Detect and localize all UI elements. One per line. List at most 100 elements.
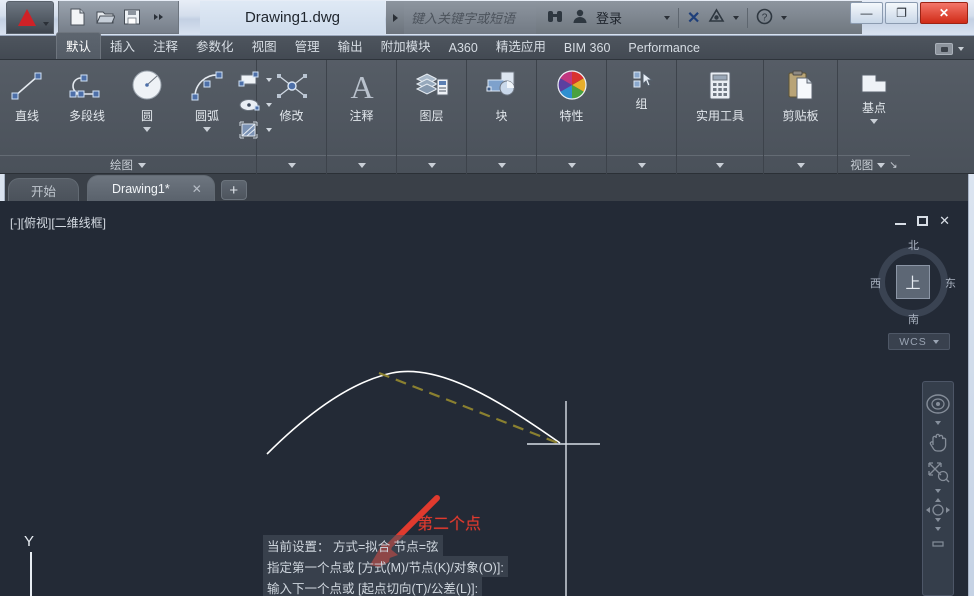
help-icon[interactable]: ? <box>756 8 773 28</box>
chevron-down-icon[interactable] <box>637 162 646 168</box>
window-controls: — ❐ ✕ <box>850 2 968 24</box>
annotation-button[interactable]: A 注释 <box>333 67 391 124</box>
group-button[interactable]: 组 <box>613 67 671 112</box>
sign-in-caret-icon[interactable] <box>664 15 671 20</box>
user-avatar-icon[interactable] <box>572 8 588 27</box>
clipboard-icon <box>782 69 820 103</box>
ribbon-tab-a360[interactable]: A360 <box>440 38 487 59</box>
quick-access-toolbar <box>58 1 179 34</box>
ribbon-panel-view: 基点 视图 ↘ <box>838 60 910 174</box>
panel-title-block[interactable] <box>467 155 536 174</box>
arc-dropdown-icon[interactable] <box>203 127 211 132</box>
sign-in-label[interactable]: 登录 <box>596 8 622 27</box>
minimize-button[interactable]: — <box>850 2 883 24</box>
line-button-label: 直线 <box>14 109 39 123</box>
more-qat-icon[interactable] <box>149 7 169 27</box>
circle-button-label: 圆 <box>140 109 153 123</box>
chevron-down-icon[interactable] <box>357 162 366 168</box>
layers-button[interactable]: 图层 <box>403 67 461 124</box>
ribbon-tab-addins[interactable]: 附加模块 <box>372 33 440 59</box>
polyline-button-label: 多段线 <box>68 109 105 123</box>
new-document-tab-button[interactable]: + <box>220 180 247 200</box>
ribbon-tab-default[interactable]: 默认 <box>56 32 102 59</box>
a360-caret-icon[interactable] <box>733 15 740 20</box>
basepoint-button[interactable]: 基点 <box>845 67 903 124</box>
ribbon-tab-bim360[interactable]: BIM 360 <box>555 38 620 59</box>
autodesk-a360-icon[interactable] <box>708 8 725 27</box>
chevron-down-icon[interactable] <box>138 162 146 168</box>
document-menu-arrow[interactable] <box>386 1 404 34</box>
ribbon-tab-performance[interactable]: Performance <box>619 38 709 59</box>
doc-tab-label: Drawing1* <box>112 181 170 196</box>
ribbon: 直线 多段线 圆 圆弧 绘图 修改 A 注释 图层 块 特性 组 实用工具 剪贴… <box>0 60 974 174</box>
line-icon <box>8 69 46 103</box>
ucs-y-axis-line <box>30 552 32 596</box>
ribbon-tab-bar: 默认 插入 注释 参数化 视图 管理 输出 附加模块 A360 精选应用 BIM… <box>0 32 974 60</box>
chevron-down-icon[interactable] <box>427 162 436 168</box>
open-file-icon[interactable] <box>95 7 116 27</box>
help-caret-icon[interactable] <box>781 15 788 20</box>
close-button[interactable]: ✕ <box>920 2 968 24</box>
circle-dropdown-icon[interactable] <box>143 127 151 132</box>
ribbon-tab-view[interactable]: 视图 <box>243 33 286 59</box>
block-button[interactable]: 块 <box>473 67 531 124</box>
ribbon-tab-insert[interactable]: 插入 <box>101 33 144 59</box>
chevron-down-icon[interactable] <box>716 162 724 168</box>
panel-title-modify[interactable] <box>257 155 326 174</box>
ribbon-tab-manage[interactable]: 管理 <box>286 33 329 59</box>
arc-button[interactable]: 圆弧 <box>178 67 236 132</box>
properties-button[interactable]: 特性 <box>543 67 601 124</box>
search-input[interactable]: 键入关键字或短语 <box>404 1 536 34</box>
chevron-down-icon[interactable] <box>497 162 506 168</box>
ribbon-tab-parametric[interactable]: 参数化 <box>187 33 243 59</box>
utilities-button[interactable]: 实用工具 <box>683 67 757 124</box>
panel-title-layers[interactable] <box>397 155 466 174</box>
polyline-button[interactable]: 多段线 <box>58 67 116 124</box>
document-title: Drawing1.dwg <box>200 1 385 34</box>
spline-curve <box>266 370 561 455</box>
circle-button[interactable]: 圆 <box>118 67 176 132</box>
ribbon-display-options[interactable] <box>935 43 964 59</box>
chevron-down-icon[interactable] <box>877 162 886 168</box>
ribbon-tab-output[interactable]: 输出 <box>329 33 372 59</box>
divider <box>678 7 680 28</box>
exchange-x-icon[interactable]: ✕ <box>687 8 700 28</box>
panel-expand-icon[interactable]: ↘ <box>889 160 897 171</box>
chevron-down-icon[interactable] <box>958 47 964 51</box>
restore-button[interactable]: ❐ <box>885 2 918 24</box>
panel-title-clipboard[interactable] <box>764 155 837 174</box>
drawing-canvas[interactable]: [-][俯视][二维线框] ✕ 上 北 南 西 东 WCS 第二个点 <box>0 201 968 596</box>
ribbon-tab-featured-apps[interactable]: 精选应用 <box>487 33 555 59</box>
search-binoculars-icon[interactable] <box>546 8 564 27</box>
modify-button[interactable]: 修改 <box>263 67 321 124</box>
ribbon-tab-annotate[interactable]: 注释 <box>144 33 187 59</box>
ribbon-panel-modify: 修改 <box>257 60 327 174</box>
panel-title-utilities[interactable] <box>677 155 763 174</box>
application-menu-button[interactable] <box>6 1 54 34</box>
doc-tab-start[interactable]: 开始 <box>8 178 80 201</box>
line-button[interactable]: 直线 <box>0 67 56 124</box>
close-icon[interactable]: ✕ <box>192 182 202 196</box>
chevron-down-icon[interactable] <box>287 162 296 168</box>
save-icon[interactable] <box>122 7 142 27</box>
doc-tab-drawing1[interactable]: Drawing1* ✕ <box>87 175 215 201</box>
title-bar: Drawing1.dwg 键入关键字或短语 登录 ✕ ? — ❐ ✕ <box>0 0 974 36</box>
panel-title-view[interactable]: 视图 ↘ <box>838 155 910 174</box>
panel-title-properties[interactable] <box>537 155 606 174</box>
basepoint-icon <box>855 69 893 95</box>
utilities-button-label: 实用工具 <box>695 109 744 123</box>
command-line-3: 输入下一个点或 [起点切向(T)/公差(L)]: <box>263 577 483 596</box>
ribbon-panel-annotation: A 注释 <box>327 60 397 174</box>
new-file-icon[interactable] <box>68 7 88 27</box>
right-window-edge <box>968 174 974 596</box>
panel-title-group[interactable] <box>607 155 676 174</box>
basepoint-dropdown-icon[interactable] <box>870 119 878 124</box>
ribbon-panel-toggle-icon[interactable] <box>935 43 953 55</box>
block-icon <box>483 69 521 103</box>
clipboard-button[interactable]: 剪贴板 <box>769 67 833 124</box>
panel-title-draw[interactable]: 绘图 <box>0 155 256 174</box>
chevron-down-icon[interactable] <box>796 162 805 168</box>
panel-title-annotation[interactable] <box>327 155 396 174</box>
chevron-down-icon[interactable] <box>567 162 576 168</box>
properties-icon <box>553 69 591 103</box>
